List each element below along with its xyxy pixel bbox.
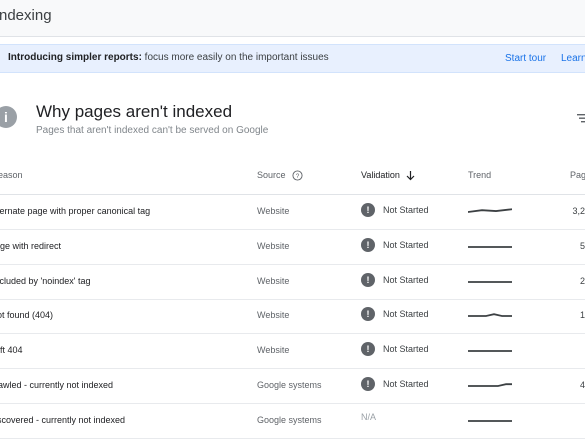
row-validation: ! Not Started xyxy=(361,342,429,357)
row-pages: 5 xyxy=(579,240,585,251)
row-validation: ! Not Started xyxy=(361,377,429,391)
row-reason: lot found (404) xyxy=(0,310,54,321)
validation-status: Not Started xyxy=(383,239,429,250)
svg-text:?: ? xyxy=(295,173,299,180)
row-reason: iscovered - currently not indexed xyxy=(0,414,126,425)
row-reason: oft 404 xyxy=(0,345,23,356)
validation-status: Not Started xyxy=(383,205,429,215)
announcement-banner: Introducing simpler reports: focus more … xyxy=(0,44,585,73)
top-bar: ndexing xyxy=(0,0,585,37)
row-reason: age with redirect xyxy=(0,240,62,251)
exclamation-icon: ! xyxy=(361,342,375,357)
page-title: ndexing xyxy=(0,7,52,24)
help-circle-icon[interactable]: ? xyxy=(291,170,303,181)
exclamation-icon: ! xyxy=(361,203,375,217)
trend-sparkline xyxy=(468,208,513,213)
validation-status: Not Started xyxy=(383,344,429,355)
column-trend[interactable]: Trend xyxy=(468,170,491,180)
table-row[interactable]: iscovered - currently not indexed Google … xyxy=(0,404,585,439)
table-row[interactable]: xcluded by 'noindex' tag Website! Not Star… xyxy=(0,265,585,300)
row-reason: rawled - currently not indexed xyxy=(0,380,114,390)
card-title: Why pages aren't indexed xyxy=(36,102,233,121)
row-validation: ! Not Started xyxy=(361,203,429,217)
column-validation-label: Validation xyxy=(361,170,400,180)
row-pages: 1 xyxy=(579,310,585,321)
row-source: Website xyxy=(257,206,290,216)
arrow-down-icon xyxy=(406,170,415,180)
validation-status: Not Started xyxy=(383,309,429,320)
info-icon: i xyxy=(0,106,17,128)
row-reason: xcluded by 'noindex' tag xyxy=(0,275,91,286)
trend-sparkline xyxy=(468,280,512,283)
row-source: Website xyxy=(257,275,290,286)
trend-sparkline xyxy=(468,245,512,248)
banner-text: Introducing simpler reports: focus more … xyxy=(8,52,329,63)
learn-more-link[interactable]: Learn xyxy=(561,53,585,64)
column-source-label: Source xyxy=(257,170,286,180)
table-row[interactable]: oft 404 Website! Not Started xyxy=(0,334,585,370)
column-pages[interactable]: Pag xyxy=(570,170,585,180)
row-pages: 3,2 xyxy=(572,206,585,216)
column-source[interactable]: Source? xyxy=(257,170,303,181)
row-pages: 4 xyxy=(579,380,585,390)
row-validation: ! Not Started xyxy=(361,237,429,252)
row-validation: N/A xyxy=(361,412,376,422)
validation-status: Not Started xyxy=(383,379,429,389)
exclamation-icon: ! xyxy=(361,307,375,322)
trend-sparkline xyxy=(468,383,512,387)
row-source: Website xyxy=(257,310,290,321)
trend-sparkline xyxy=(468,313,512,318)
banner-bold-text: Introducing simpler reports: xyxy=(8,52,142,63)
start-tour-link[interactable]: Start tour xyxy=(505,53,546,64)
row-source: Google systems xyxy=(257,380,322,390)
row-source: Website xyxy=(257,345,290,356)
validation-status: N/A xyxy=(361,411,377,422)
validation-status: Not Started xyxy=(383,274,429,285)
exclamation-icon: ! xyxy=(361,377,375,391)
exclamation-icon: ! xyxy=(361,237,375,252)
row-source: Website xyxy=(257,240,290,251)
row-source: Google systems xyxy=(257,414,322,425)
table-row[interactable]: age with redirect Website! Not Started 5 xyxy=(0,230,585,265)
trend-sparkline xyxy=(468,419,512,422)
column-reason[interactable]: eason xyxy=(0,170,23,180)
row-pages: 2 xyxy=(579,275,585,286)
table-row[interactable]: rawled - currently not indexed Google sys… xyxy=(0,369,585,404)
row-reason: lternate page with proper canonical tag xyxy=(0,206,151,216)
exclamation-icon: ! xyxy=(361,272,375,287)
trend-sparkline xyxy=(468,350,512,353)
table-row[interactable]: lternate page with proper canonical tag W… xyxy=(0,195,585,230)
row-validation: ! Not Started xyxy=(361,272,429,287)
card-subtitle: Pages that aren't indexed can't be serve… xyxy=(36,125,269,136)
row-validation: ! Not Started xyxy=(361,307,429,322)
table-header: eason Source? Validation Trend Pag xyxy=(0,162,585,195)
filter-icon[interactable] xyxy=(577,112,585,124)
column-validation[interactable]: Validation xyxy=(361,170,415,181)
banner-body-text: focus more easily on the important issue… xyxy=(141,52,329,63)
table-row[interactable]: lot found (404) Website! Not Started 1 xyxy=(0,299,585,335)
